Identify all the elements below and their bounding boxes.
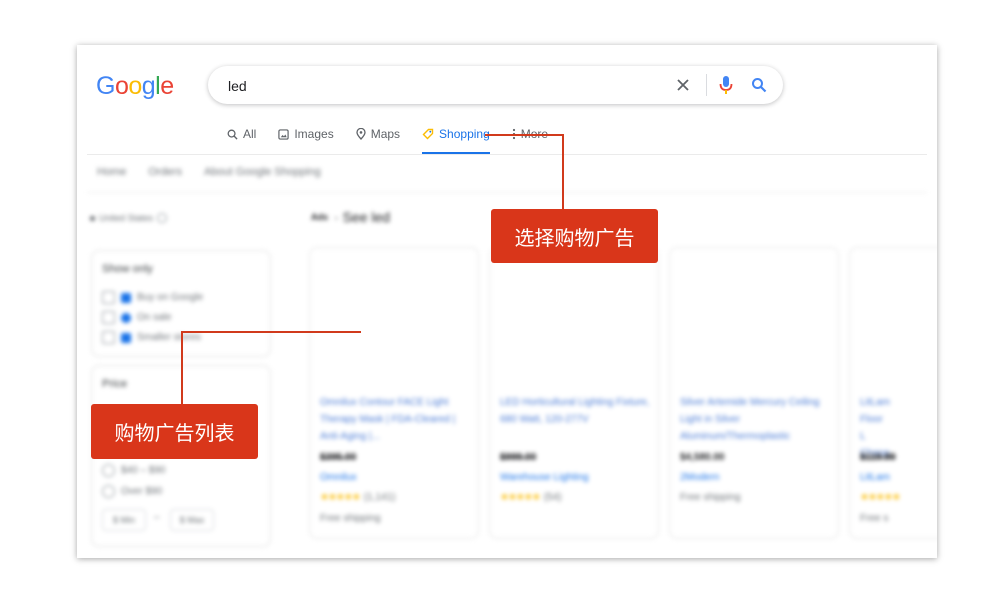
product-store[interactable]: Warehouse Lighting bbox=[500, 469, 589, 486]
callout-line-list-h bbox=[181, 331, 361, 333]
callout-line-list-v bbox=[181, 331, 183, 406]
callout-select-shopping-ads: 选择购物广告 bbox=[491, 209, 658, 263]
subnav-about[interactable]: About Google Shopping bbox=[204, 166, 321, 178]
product-shipping: Free shipping bbox=[680, 492, 741, 503]
price-min-input[interactable]: $ Min bbox=[102, 509, 146, 531]
filter-label: Smaller stores bbox=[137, 332, 201, 343]
product-price: $999.00 bbox=[500, 452, 537, 463]
range-dash: – bbox=[154, 512, 160, 523]
product-shipping: Free s bbox=[860, 513, 889, 524]
max-label: $ Max bbox=[179, 515, 205, 525]
product-price: $395.00 bbox=[320, 452, 357, 463]
price-option-label: $40 – $90 bbox=[121, 465, 166, 476]
search-icon bbox=[227, 129, 238, 140]
logo-letter: G bbox=[96, 72, 115, 100]
product-title[interactable]: Omnilux Contour FACE Light Therapy Mask … bbox=[320, 394, 470, 445]
subnav-orders[interactable]: Orders bbox=[148, 166, 182, 178]
price-title: Price bbox=[102, 378, 128, 390]
product-shipping: Free shipping bbox=[320, 513, 381, 524]
logo-letter: o bbox=[128, 72, 142, 100]
product-rating: ★★★★★ (1,141) bbox=[320, 489, 396, 506]
callout-shopping-ads-list: 购物广告列表 bbox=[91, 404, 258, 459]
price-max-input[interactable]: $ Max bbox=[170, 509, 214, 531]
product-card[interactable]: Omnilux Contour FACE Light Therapy Mask … bbox=[309, 247, 479, 539]
tab-more[interactable]: More bbox=[512, 127, 548, 155]
ads-title: · See led bbox=[334, 209, 391, 225]
browser-frame: Google All Images bbox=[77, 45, 937, 558]
clear-icon[interactable] bbox=[673, 75, 693, 95]
product-title[interactable]: Silver Artemide Mercury Ceiling Light in… bbox=[680, 394, 830, 445]
logo-letter: e bbox=[160, 72, 174, 100]
search-icon[interactable] bbox=[748, 74, 770, 96]
checkbox[interactable] bbox=[102, 311, 115, 324]
microphone-icon[interactable] bbox=[715, 74, 737, 96]
callout-text: 购物广告列表 bbox=[114, 421, 235, 445]
rating-stars: ★★★★★ bbox=[860, 492, 901, 503]
product-title[interactable]: LED Horticultural Lighting Fixture, 680 … bbox=[500, 394, 650, 428]
review-count: (54) bbox=[543, 492, 562, 503]
product-card[interactable]: LitLam Floor L Chang $119.99 LitLam ★★★★… bbox=[849, 247, 937, 539]
min-label: $ Min bbox=[112, 515, 135, 525]
checkbox[interactable] bbox=[102, 291, 115, 304]
price-option-over-90[interactable]: Over $90 bbox=[102, 485, 162, 498]
price-range-inputs: $ Min – $ Max bbox=[102, 509, 222, 531]
show-only-title: Show only bbox=[102, 263, 153, 275]
filter-label: On sale bbox=[137, 312, 172, 323]
logo-letter: o bbox=[114, 72, 129, 100]
search-divider bbox=[706, 74, 707, 96]
tab-maps[interactable]: Maps bbox=[356, 127, 400, 155]
cart-icon bbox=[121, 292, 131, 303]
ads-header: Ads · See led bbox=[311, 209, 390, 225]
region-selector[interactable]: United States bbox=[90, 213, 168, 223]
product-store[interactable]: LitLam bbox=[860, 469, 890, 486]
product-rating: ★★★★★ bbox=[860, 489, 904, 506]
subnav-home[interactable]: Home bbox=[97, 166, 126, 178]
tab-shopping[interactable]: Shopping bbox=[422, 127, 490, 155]
sale-icon bbox=[121, 312, 131, 323]
store-icon bbox=[121, 332, 131, 343]
product-card[interactable]: LED Horticultural Lighting Fixture, 680 … bbox=[489, 247, 659, 539]
location-dot-icon bbox=[90, 215, 95, 221]
product-rating: ★★★★★ (54) bbox=[500, 489, 562, 506]
filter-on-sale[interactable]: On sale bbox=[102, 311, 171, 324]
tab-label: All bbox=[243, 127, 257, 141]
price-option-40-90[interactable]: $40 – $90 bbox=[102, 464, 166, 477]
product-price: $4,580.00 bbox=[680, 452, 725, 463]
price-option-label: Over $90 bbox=[121, 486, 163, 497]
radio[interactable] bbox=[102, 485, 115, 498]
tag-icon bbox=[422, 128, 434, 140]
product-store[interactable]: Omnilux bbox=[320, 469, 357, 486]
search-box bbox=[208, 66, 783, 104]
help-icon bbox=[157, 213, 168, 223]
rating-stars: ★★★★★ bbox=[500, 492, 541, 503]
map-pin-icon bbox=[356, 128, 366, 140]
google-logo[interactable]: Google bbox=[96, 72, 174, 101]
callout-line-shopping-v bbox=[562, 134, 564, 209]
callout-line-shopping-h bbox=[485, 134, 564, 136]
tabs-divider bbox=[87, 154, 927, 155]
tab-label: Maps bbox=[370, 127, 401, 141]
logo-letter: g bbox=[141, 72, 156, 100]
ads-label: Ads bbox=[311, 212, 329, 222]
region-label: United States bbox=[99, 213, 154, 223]
review-count: (1,141) bbox=[363, 492, 396, 503]
filter-buy-on-google[interactable]: Buy on Google bbox=[102, 291, 203, 304]
search-tabs: All Images Maps Shopping More bbox=[227, 127, 548, 157]
product-price: $119.99 bbox=[860, 452, 896, 463]
checkbox[interactable] bbox=[102, 331, 115, 344]
search-input[interactable] bbox=[226, 75, 670, 97]
image-icon bbox=[278, 129, 290, 140]
subnav-divider bbox=[87, 192, 927, 193]
tab-all[interactable]: All bbox=[227, 127, 256, 155]
tab-images[interactable]: Images bbox=[278, 127, 334, 155]
product-card[interactable]: Silver Artemide Mercury Ceiling Light in… bbox=[669, 247, 839, 539]
product-store[interactable]: 2Modern bbox=[680, 469, 719, 486]
rating-stars: ★★★★★ bbox=[320, 492, 361, 503]
filter-label: Buy on Google bbox=[137, 292, 204, 303]
shopping-subnav: Home Orders About Google Shopping bbox=[97, 166, 321, 178]
tab-label: Images bbox=[294, 127, 334, 141]
callout-text: 选择购物广告 bbox=[514, 225, 635, 250]
radio[interactable] bbox=[102, 464, 115, 477]
tab-label: Shopping bbox=[439, 127, 490, 141]
